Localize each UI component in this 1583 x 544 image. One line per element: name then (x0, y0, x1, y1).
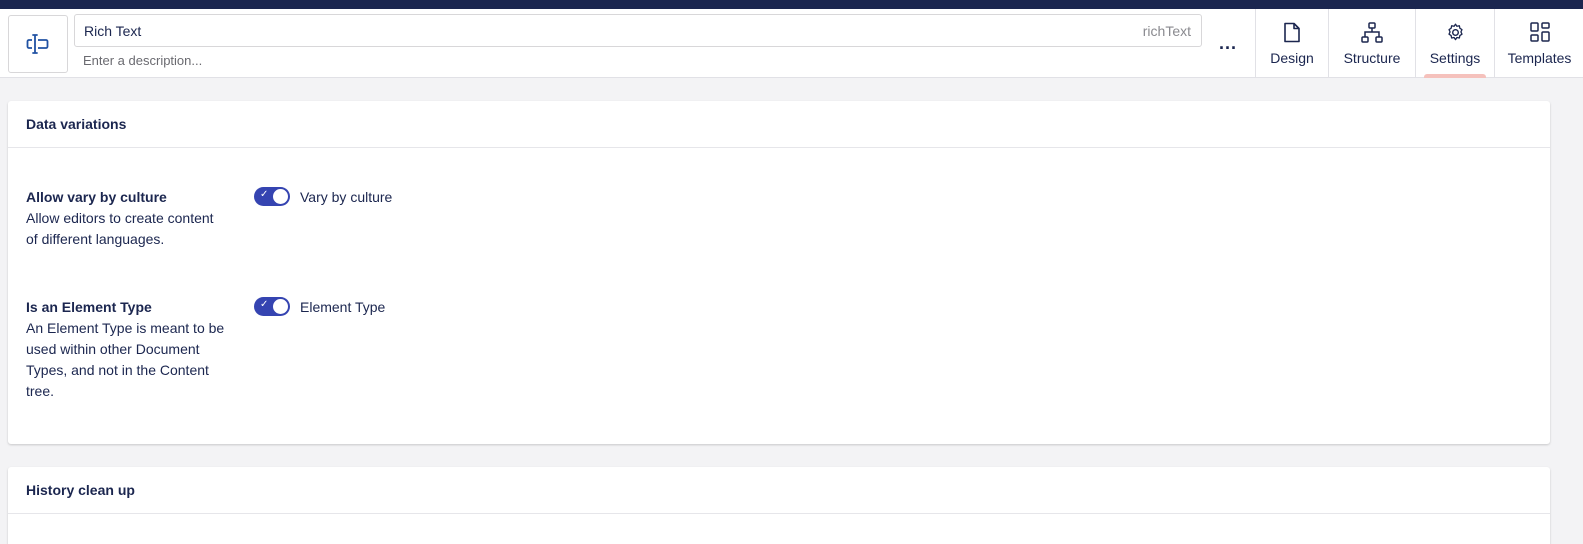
setting-title: Allow vary by culture (26, 189, 167, 205)
setting-description: An Element Type is meant to be used with… (26, 320, 225, 399)
setting-description: Allow editors to create content of diffe… (26, 210, 214, 247)
tab-design[interactable]: Design (1255, 9, 1328, 78)
grid-icon (1529, 21, 1551, 43)
name-value: Rich Text (84, 23, 142, 39)
toggle-knob (273, 299, 288, 314)
document-type-name-input[interactable]: Rich Text richText (74, 14, 1202, 47)
document-icon (1281, 21, 1303, 43)
document-type-header: Rich Text richText Enter a description..… (0, 9, 1583, 78)
document-type-icon-picker[interactable] (8, 15, 68, 73)
card-title: History clean up (8, 467, 1550, 514)
setting-info: Is an Element Type An Element Type is me… (26, 297, 226, 402)
element-type-toggle[interactable]: ✓ (254, 297, 290, 316)
gear-icon (1444, 21, 1466, 43)
card-title: Data variations (8, 101, 1550, 148)
toggle-knob (273, 189, 288, 204)
more-actions-button[interactable]: ... (1214, 33, 1242, 53)
data-variations-card: Data variations Allow vary by culture Al… (8, 101, 1550, 444)
editor-tabs: Design Structure Settings Templates (1255, 9, 1583, 78)
tab-label: Structure (1343, 50, 1401, 66)
sitemap-icon (1361, 21, 1383, 43)
setting-title: Is an Element Type (26, 299, 152, 315)
toggle-label[interactable]: Vary by culture (300, 189, 392, 205)
text-cursor-icon (26, 34, 49, 54)
check-icon: ✓ (260, 189, 269, 200)
check-icon: ✓ (260, 299, 269, 310)
toggle-label[interactable]: Element Type (300, 299, 385, 315)
tab-settings[interactable]: Settings (1415, 9, 1494, 78)
vary-by-culture-toggle[interactable]: ✓ (254, 187, 290, 206)
top-bar (0, 0, 1583, 9)
description-input[interactable]: Enter a description... (83, 53, 202, 68)
tab-structure[interactable]: Structure (1328, 9, 1415, 78)
vary-by-culture-toggle-control[interactable]: ✓ Vary by culture (254, 187, 392, 206)
setting-info: Allow vary by culture Allow editors to c… (26, 187, 226, 250)
history-cleanup-card: History clean up (8, 467, 1550, 544)
tab-label: Templates (1507, 50, 1572, 66)
tab-label: Settings (1429, 50, 1481, 66)
alias-value[interactable]: richText (1143, 23, 1191, 39)
element-type-toggle-control[interactable]: ✓ Element Type (254, 297, 385, 316)
tab-label: Design (1270, 50, 1314, 66)
tab-templates[interactable]: Templates (1494, 9, 1583, 78)
